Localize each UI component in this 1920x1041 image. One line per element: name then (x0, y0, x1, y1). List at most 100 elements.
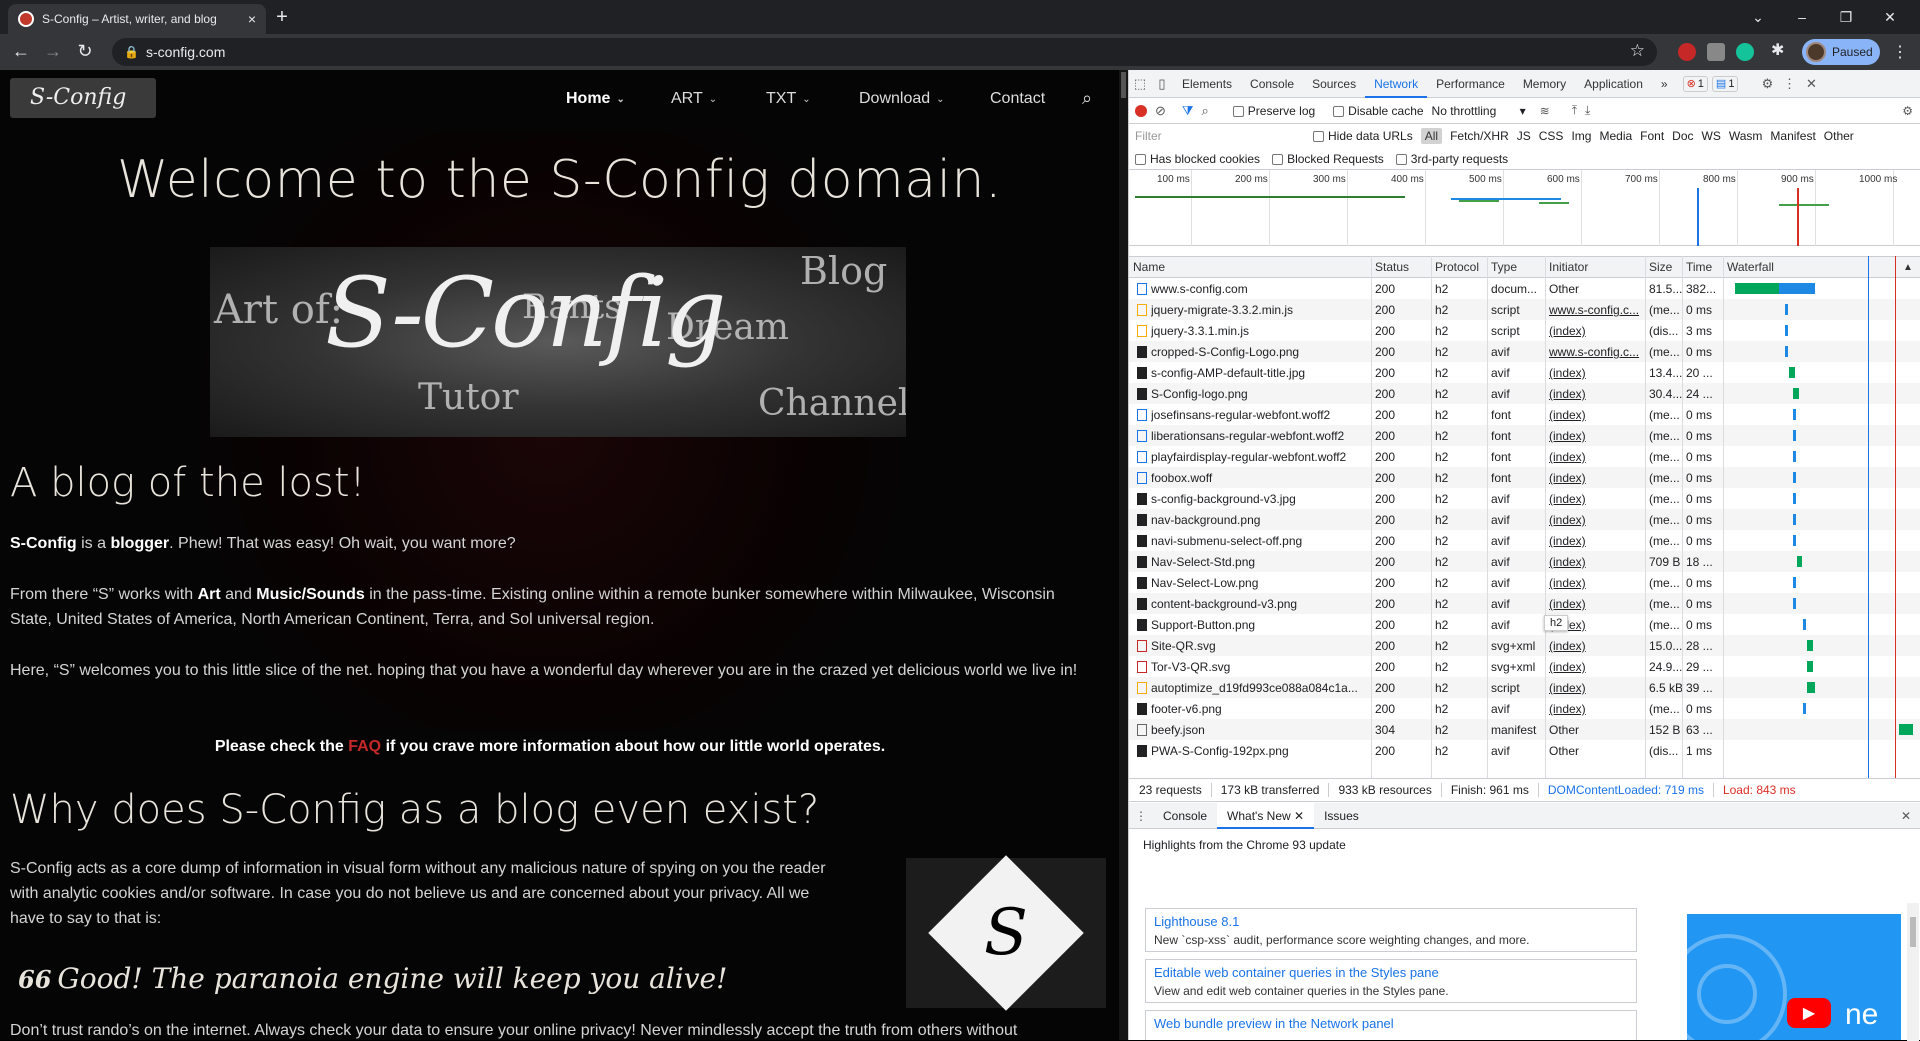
cell-initiator[interactable]: (index) (1549, 702, 1643, 716)
col-time[interactable]: Time (1686, 260, 1712, 274)
tab-search-icon[interactable]: ⌄ (1736, 9, 1780, 26)
cell-initiator[interactable]: (index) (1549, 534, 1643, 548)
disable-cache-checkbox[interactable]: Disable cache (1333, 104, 1424, 118)
drawer-tab-issues[interactable]: Issues (1314, 803, 1369, 829)
whats-new-card[interactable]: Editable web container queries in the St… (1145, 959, 1637, 1003)
clear-icon[interactable]: ⊘ (1155, 103, 1166, 119)
cell-initiator[interactable]: (index) (1549, 555, 1643, 569)
tab-application[interactable]: Application (1575, 70, 1652, 98)
cell-name[interactable]: Support-Button.png (1151, 618, 1369, 632)
drawer-scrollbar-thumb[interactable] (1910, 917, 1916, 947)
message-count-badge[interactable]: ▤ 1 (1711, 75, 1739, 92)
table-row[interactable]: content-background-v3.png 200 h2 avif (index… (1129, 593, 1920, 614)
ublock-extension-icon[interactable] (1678, 43, 1696, 61)
devtools-menu-icon[interactable]: ⋮ (1778, 76, 1800, 92)
third-party-checkbox[interactable]: 3rd-party requests (1395, 152, 1508, 166)
throttling-select[interactable]: No throttling ▾ (1432, 104, 1526, 118)
back-icon[interactable]: ← (8, 41, 34, 62)
export-har-icon[interactable]: ⤓ (1585, 103, 1590, 118)
cell-name[interactable]: content-background-v3.png (1151, 597, 1369, 611)
nav-download[interactable]: Download ⌄ (859, 90, 945, 108)
table-row[interactable]: playfairdisplay-regular-webfont.woff2 200… (1129, 446, 1920, 467)
site-logo[interactable]: S-Config (10, 78, 156, 118)
filter-fetch[interactable]: Fetch/XHR (1450, 129, 1509, 143)
tab-performance[interactable]: Performance (1427, 70, 1514, 98)
tab-elements[interactable]: Elements (1173, 70, 1241, 98)
filter-js[interactable]: JS (1517, 129, 1531, 143)
cell-name[interactable]: jquery-migrate-3.3.2.min.js (1151, 303, 1369, 317)
table-row[interactable]: navi-submenu-select-off.png 200 h2 avif (ind… (1129, 530, 1920, 551)
preserve-log-checkbox[interactable]: Preserve log (1232, 104, 1315, 118)
cell-name[interactable]: s-config-AMP-default-title.jpg (1151, 366, 1369, 380)
grammarly-extension-icon[interactable] (1736, 43, 1754, 61)
cell-initiator[interactable]: www.s-config.c... (1549, 303, 1643, 317)
reload-icon[interactable]: ↻ (72, 41, 98, 62)
close-devtools-icon[interactable]: ✕ (1800, 76, 1822, 92)
cell-name[interactable]: autoptimize_d19fd993ce088a084c1a... (1151, 681, 1369, 695)
cell-name[interactable]: Nav-Select-Std.png (1151, 555, 1369, 569)
cell-initiator[interactable]: (index) (1549, 366, 1643, 380)
whats-new-card[interactable]: Web bundle preview in the Network panel (1145, 1010, 1637, 1040)
network-conditions-icon[interactable]: ≋ (1540, 104, 1550, 118)
drawer-menu-icon[interactable]: ⋮ (1129, 809, 1153, 823)
cell-name[interactable]: jquery-3.3.1.min.js (1151, 324, 1369, 338)
cell-initiator[interactable]: (index) (1549, 408, 1643, 422)
tab-memory[interactable]: Memory (1514, 70, 1575, 98)
nav-contact[interactable]: Contact (990, 90, 1045, 108)
table-row[interactable]: footer-v6.png 200 h2 avif (index) (me... 0 ms (1129, 698, 1920, 719)
filter-manifest[interactable]: Manifest (1770, 129, 1815, 143)
cell-name[interactable]: S-Config-logo.png (1151, 387, 1369, 401)
card-title[interactable]: Lighthouse 8.1 (1154, 914, 1628, 929)
filter-img[interactable]: Img (1571, 129, 1591, 143)
error-count-badge[interactable]: ⊗ 1 (1682, 75, 1708, 92)
cell-name[interactable]: navi-submenu-select-off.png (1151, 534, 1369, 548)
youtube-play-icon[interactable]: ▶ (1787, 998, 1831, 1028)
address-bar[interactable]: 🔒 s-config.com ☆ (112, 38, 1657, 66)
col-protocol[interactable]: Protocol (1435, 260, 1479, 274)
drawer-scrollbar[interactable] (1907, 903, 1919, 1041)
search-icon[interactable]: ⌕ (1082, 88, 1092, 109)
whats-new-video-thumbnail[interactable]: ▶ ne (1687, 914, 1901, 1040)
nav-art[interactable]: ART ⌄ (671, 90, 717, 108)
table-row[interactable]: cropped-S-Config-Logo.png 200 h2 avif www.s-… (1129, 341, 1920, 362)
cell-initiator[interactable]: (index) (1549, 660, 1643, 674)
close-window-icon[interactable]: ✕ (1868, 9, 1912, 26)
table-row[interactable]: autoptimize_d19fd993ce088a084c1a... 200 h2… (1129, 677, 1920, 698)
table-row[interactable]: PWA-S-Config-192px.png 200 h2 avif Other (dis… (1129, 740, 1920, 761)
filter-other[interactable]: Other (1824, 129, 1854, 143)
import-har-icon[interactable]: ⤒ (1572, 103, 1577, 118)
cell-name[interactable]: playfairdisplay-regular-webfont.woff2 (1151, 450, 1369, 464)
tab-sources[interactable]: Sources (1303, 70, 1365, 98)
table-row[interactable]: www.s-config.com 200 h2 docum... Other 81.5..… (1129, 278, 1920, 299)
extensions-puzzle-icon[interactable]: ✱ (1771, 40, 1789, 59)
cell-name[interactable]: josefinsans-regular-webfont.woff2 (1151, 408, 1369, 422)
cell-initiator[interactable]: Other (1549, 723, 1643, 737)
cell-name[interactable]: nav-background.png (1151, 513, 1369, 527)
table-row[interactable]: beefy.json 304 h2 manifest Other 152 B 63 ... (1129, 719, 1920, 740)
settings-gear-icon[interactable]: ⚙ (1756, 76, 1778, 92)
col-waterfall[interactable]: Waterfall (1727, 260, 1774, 274)
nav-home[interactable]: Home ⌄ (566, 90, 625, 108)
col-type[interactable]: Type (1491, 260, 1517, 274)
cell-name[interactable]: PWA-S-Config-192px.png (1151, 744, 1369, 758)
cell-initiator[interactable]: www.s-config.c... (1549, 345, 1643, 359)
profile-button[interactable]: Paused (1802, 39, 1880, 65)
cell-initiator[interactable]: (index) (1549, 681, 1643, 695)
cell-initiator[interactable]: (index) (1549, 471, 1643, 485)
table-row[interactable]: foobox.woff 200 h2 font (index) (me... 0 ms (1129, 467, 1920, 488)
table-row[interactable]: liberationsans-regular-webfont.woff2 200 h… (1129, 425, 1920, 446)
cell-initiator[interactable]: (index) (1549, 387, 1643, 401)
lock-icon[interactable]: 🔒 (124, 45, 140, 59)
cell-initiator[interactable]: (index) (1549, 492, 1643, 506)
table-row[interactable]: Nav-Select-Std.png 200 h2 avif (index) 709 B 1… (1129, 551, 1920, 572)
table-row[interactable]: jquery-migrate-3.3.2.min.js 200 h2 script ww… (1129, 299, 1920, 320)
table-row[interactable]: Nav-Select-Low.png 200 h2 avif (index) (me...… (1129, 572, 1920, 593)
table-row[interactable]: s-config-background-v3.jpg 200 h2 avif (inde… (1129, 488, 1920, 509)
bookmark-star-icon[interactable]: ☆ (1630, 41, 1645, 61)
cell-initiator[interactable]: (index) (1549, 450, 1643, 464)
close-drawer-icon[interactable]: ✕ (1901, 809, 1911, 823)
filter-wasm[interactable]: Wasm (1729, 129, 1763, 143)
cell-name[interactable]: Nav-Select-Low.png (1151, 576, 1369, 590)
record-icon[interactable] (1135, 104, 1147, 117)
table-row[interactable]: jquery-3.3.1.min.js 200 h2 script (index) (di… (1129, 320, 1920, 341)
